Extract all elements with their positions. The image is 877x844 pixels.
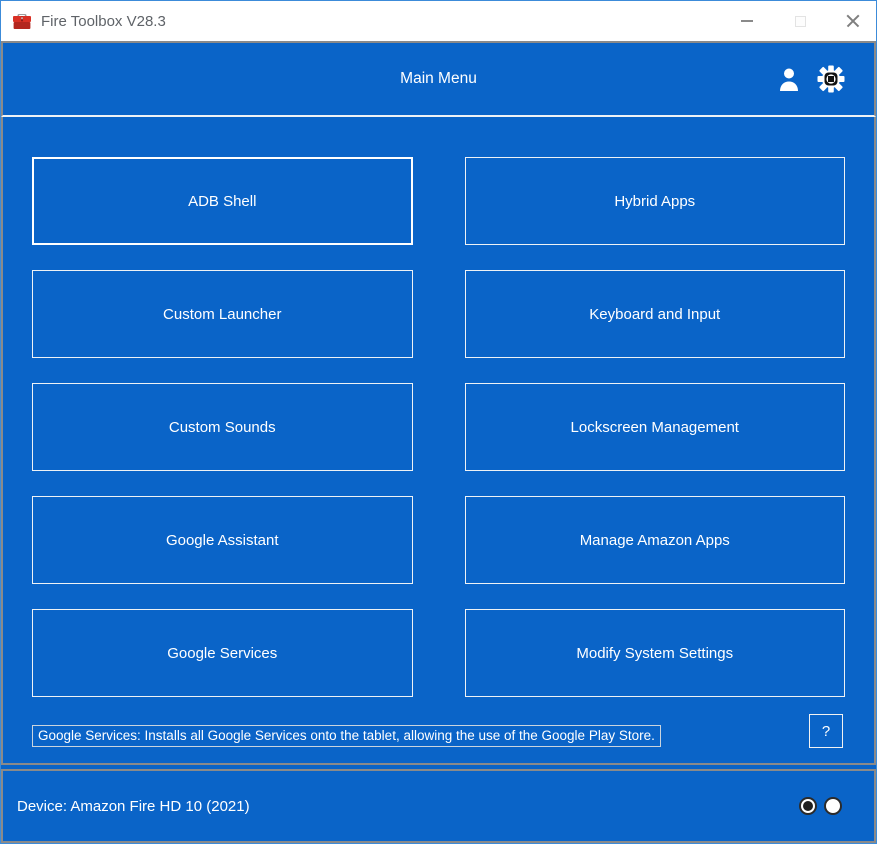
device-label: Device: Amazon Fire HD 10 (2021)	[17, 797, 250, 815]
title-bar: Fire Toolbox V28.3	[1, 1, 876, 41]
window-title: Fire Toolbox V28.3	[41, 12, 166, 30]
menu-button-grid: ADB Shell Hybrid Apps Custom Launcher Ke…	[32, 157, 845, 697]
indicator-radio-right[interactable]	[824, 797, 842, 815]
menu-button-custom-sounds[interactable]: Custom Sounds	[32, 383, 413, 471]
indicator-radio-left[interactable]	[799, 797, 817, 815]
device-bar: Device: Amazon Fire HD 10 (2021)	[1, 769, 876, 843]
maximize-button[interactable]	[777, 1, 823, 41]
status-description: Google Services: Installs all Google Ser…	[32, 725, 661, 747]
close-icon	[846, 14, 860, 28]
status-indicators	[799, 797, 842, 815]
header-icons	[774, 63, 846, 95]
toolbox-icon	[11, 11, 33, 31]
minimize-icon	[741, 20, 753, 22]
app-window: Fire Toolbox V28.3 Main Menu ADB Shell H…	[0, 0, 877, 844]
user-icon[interactable]	[774, 63, 804, 95]
menu-button-manage-amazon-apps[interactable]: Manage Amazon Apps	[464, 496, 845, 584]
menu-button-google-assistant[interactable]: Google Assistant	[32, 496, 413, 584]
content-area: Main Menu ADB Shell Hybrid Apps Custom L…	[1, 41, 876, 843]
header-bar: Main Menu	[1, 41, 876, 117]
menu-button-keyboard-and-input[interactable]: Keyboard and Input	[464, 270, 845, 358]
help-button[interactable]: ?	[809, 714, 843, 748]
main-menu-panel: ADB Shell Hybrid Apps Custom Launcher Ke…	[1, 117, 876, 765]
menu-button-lockscreen-management[interactable]: Lockscreen Management	[464, 383, 845, 471]
menu-button-google-services[interactable]: Google Services	[32, 609, 413, 697]
gear-icon[interactable]	[816, 63, 846, 95]
menu-button-modify-system-settings[interactable]: Modify System Settings	[464, 609, 845, 697]
minimize-button[interactable]	[724, 1, 770, 41]
page-title: Main Menu	[400, 70, 477, 87]
maximize-icon	[794, 15, 806, 27]
menu-button-custom-launcher[interactable]: Custom Launcher	[32, 270, 413, 358]
menu-button-hybrid-apps[interactable]: Hybrid Apps	[464, 157, 845, 245]
close-button[interactable]	[830, 1, 876, 41]
menu-button-adb-shell[interactable]: ADB Shell	[32, 157, 413, 245]
status-row: Google Services: Installs all Google Ser…	[32, 714, 845, 748]
